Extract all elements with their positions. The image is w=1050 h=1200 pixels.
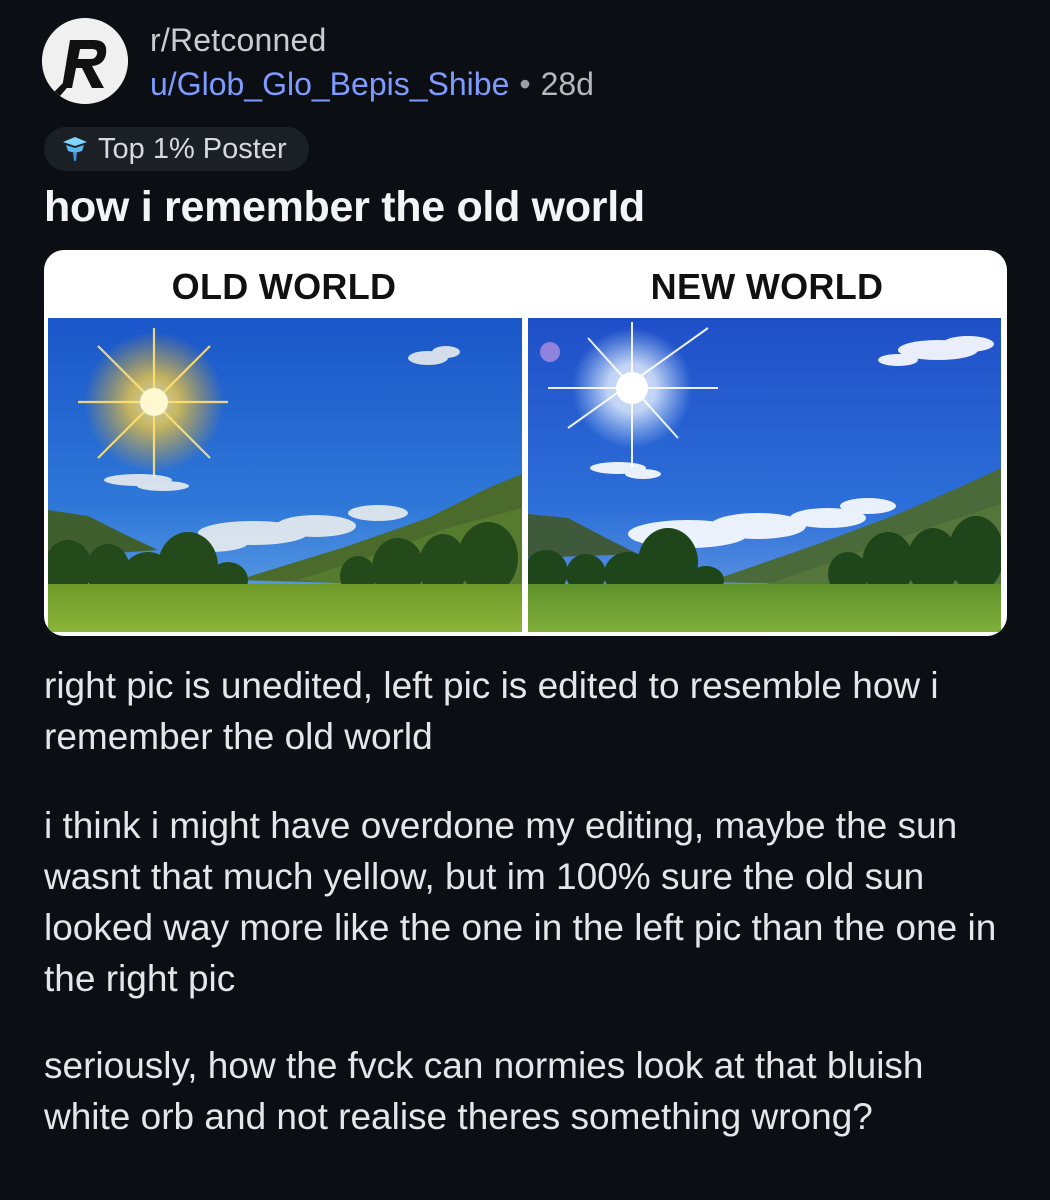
author-username[interactable]: u/Glob_Glo_Bepis_Shibe [150,66,509,102]
post-header: r/Retconned u/Glob_Glo_Bepis_Shibe • 28d [42,18,1002,108]
post-body-paragraph-1: right pic is unedited, left pic is edite… [44,665,939,757]
badge-label: Top 1% Poster [98,132,287,165]
top-poster-badge-icon [60,134,90,164]
post-title[interactable]: how i remember the old world [44,183,645,232]
separator-dot: • [519,66,531,102]
post-body-paragraph-2: i think i might have overdone my editing… [44,805,997,999]
old-world-photo [48,318,522,632]
avatar-r-logo-icon [42,18,128,104]
new-world-photo [528,318,1001,632]
old-world-label: OLD WORLD [171,266,397,307]
subreddit-name[interactable]: r/Retconned [150,22,327,59]
subreddit-avatar[interactable] [42,18,128,104]
new-world-label: NEW WORLD [650,266,884,307]
post-age: 28d [540,66,594,102]
post-body-paragraph-3: seriously, how the fvck can normies look… [44,1045,924,1137]
author-line: u/Glob_Glo_Bepis_Shibe • 28d [150,66,594,103]
top-poster-badge[interactable]: Top 1% Poster [44,127,309,171]
post-image[interactable]: OLD WORLD NEW WORLD [44,250,1007,636]
